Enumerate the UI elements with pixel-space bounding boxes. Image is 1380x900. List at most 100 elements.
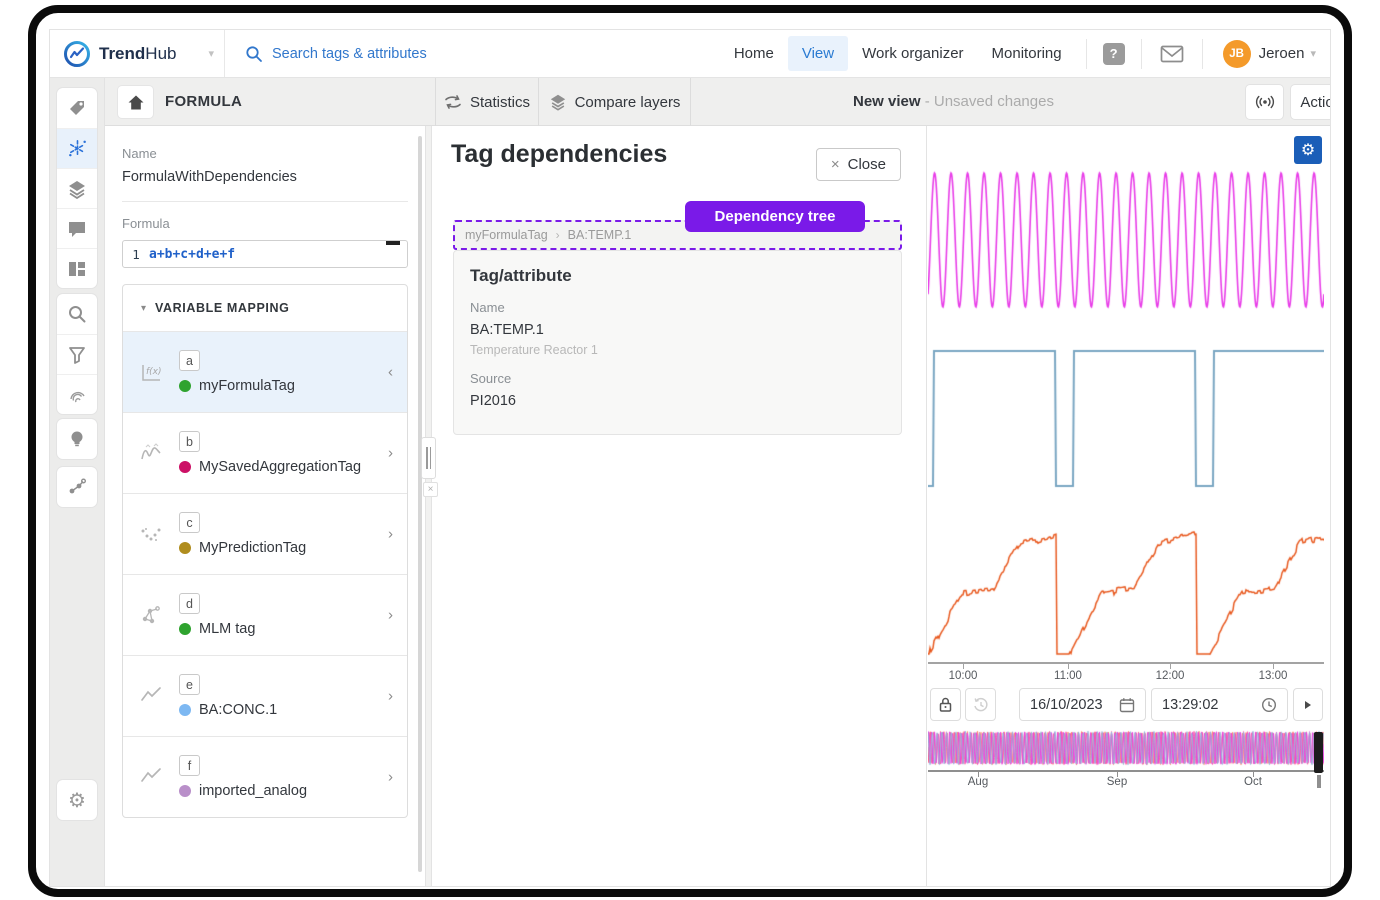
variable-row-f[interactable]: f imported_analog › [123,736,407,817]
svg-text:f(x): f(x) [146,367,162,377]
tag-color-dot [179,461,191,473]
dependency-tree-button[interactable]: Dependency tree [685,201,865,232]
variable-tag-name: MyPredictionTag [199,540,306,556]
user-avatar[interactable]: JB [1223,40,1251,68]
history-clock-icon [973,697,989,713]
live-broadcast-button[interactable] [1246,85,1283,119]
variable-tag-name: BA:CONC.1 [199,702,277,718]
chevron-left-icon[interactable]: ‹ [388,364,393,381]
home-context-button[interactable] [118,86,153,118]
formulas-icon[interactable] [57,128,97,168]
context-scrubber-nub[interactable] [1317,775,1321,788]
variable-row-b[interactable]: b MySavedAggregationTag › [123,412,407,493]
time-tick-label: 11:00 [1054,670,1082,682]
app-window: TrendHub ▾ Home View Work organizer Moni… [50,30,1330,886]
time-tick-label: 12:00 [1156,670,1185,682]
chevron-right-icon[interactable]: › [388,769,393,786]
close-button[interactable]: × Close [816,148,901,181]
rail-group-search [57,294,97,414]
mlm-tag-icon [123,602,179,628]
settings-gear-icon[interactable]: ⚙ [57,780,97,820]
nav-item-view[interactable]: View [788,36,848,71]
splitter-drag-handle[interactable] [421,437,436,479]
brand-chevron-down-icon[interactable]: ▾ [208,47,214,60]
chevron-right-icon[interactable]: › [388,445,393,462]
context-overview-strip[interactable] [928,728,1324,768]
search-tool-icon[interactable] [57,294,97,334]
step-forward-icon [1304,700,1312,710]
variable-row-e[interactable]: e BA:CONC.1 › [123,655,407,736]
search-icon [245,45,263,63]
search-input[interactable] [272,46,532,62]
tags-icon[interactable] [57,88,97,128]
fingerprint-icon[interactable] [57,374,97,414]
close-label: Close [848,156,886,173]
breadcrumb-separator-icon: › [556,228,560,242]
lock-timerange-button[interactable] [930,688,961,721]
tag-dependencies-panel: Tag dependencies × Close Dependency tree… [432,126,926,886]
brand-logo[interactable]: TrendHub ▾ [50,30,225,77]
rail-group-recommendations [57,419,97,459]
filter-icon[interactable] [57,334,97,374]
breadcrumb-parent[interactable]: myFormulaTag [465,228,548,242]
chart-analog-sine[interactable] [928,166,1324,314]
divider [122,201,408,202]
global-search[interactable] [225,45,720,63]
compare-layers-button[interactable]: Compare layers [538,78,691,126]
history-back-button[interactable] [965,688,996,721]
context-scrubber-handle[interactable] [1314,732,1323,773]
card-name-value: BA:TEMP.1 [470,322,885,338]
variable-mapping-header[interactable]: ▾ VARIABLE MAPPING [123,285,407,331]
dashboard-icon[interactable] [57,248,97,288]
layers-icon[interactable] [57,168,97,208]
variable-row-c[interactable]: c MyPredictionTag › [123,493,407,574]
panel-splitter[interactable] [425,126,432,886]
breadcrumb-child[interactable]: BA:TEMP.1 [568,228,632,242]
splitter-close-icon[interactable]: × [423,482,438,497]
statistics-button[interactable]: Statistics [435,78,538,126]
formula-label: Formula [122,216,408,231]
top-nav: Home View Work organizer Monitoring ? JB… [720,30,1330,77]
close-icon: × [831,156,840,173]
nav-item-monitoring[interactable]: Monitoring [978,36,1076,71]
chevron-right-icon[interactable]: › [388,526,393,543]
variable-row-a[interactable]: f(x) a myFormulaTag ‹ [123,331,407,412]
variable-letter-badge: d [179,593,200,614]
step-forward-button[interactable] [1293,688,1323,721]
variable-letter-badge: c [179,512,200,533]
comments-icon[interactable] [57,208,97,248]
chart-settings-gear-icon[interactable]: ⚙ [1294,136,1322,164]
user-name[interactable]: Jeroen [1259,45,1305,62]
actions-button[interactable]: Actions ▾ [1291,85,1330,119]
formula-expression[interactable]: a+b+c+d+e+f [149,247,235,262]
chevron-right-icon[interactable]: › [388,607,393,624]
date-input[interactable]: 16/10/2023 [1019,688,1146,721]
formula-editor[interactable]: 1 a+b+c+d+e+f [122,240,408,268]
help-icon[interactable]: ? [1103,43,1125,65]
formula-name-value[interactable]: FormulaWithDependencies [122,169,408,185]
left-icon-rail: ⚙ [50,78,105,886]
statistics-label: Statistics [470,94,530,111]
nav-item-home[interactable]: Home [720,36,788,71]
variable-row-d[interactable]: d MLM tag › [123,574,407,655]
mail-icon[interactable] [1160,45,1184,63]
lock-icon [938,696,953,713]
variable-tag-name: MLM tag [199,621,255,637]
time-input[interactable]: 13:29:02 [1151,688,1288,721]
context-label: FORMULA [165,93,242,110]
chart-batch-ramp[interactable] [928,516,1324,664]
rail-group-ml [57,467,97,507]
chart-digital-square[interactable] [928,344,1324,494]
editor-scrollbar[interactable] [386,241,400,245]
chevron-right-icon[interactable]: › [388,688,393,705]
month-tick-label: Oct [1244,776,1262,788]
nav-item-work-organizer[interactable]: Work organizer [848,36,977,71]
user-chevron-down-icon[interactable]: ▾ [1310,47,1316,60]
lightbulb-icon[interactable] [57,419,97,459]
tag-color-dot [179,542,191,554]
variable-letter-badge: a [179,350,200,371]
formula-tag-icon: f(x) [123,359,179,385]
time-tick-label: 10:00 [949,670,978,682]
ml-nodes-icon[interactable] [57,467,97,507]
panel-scrollbar[interactable] [418,136,422,872]
